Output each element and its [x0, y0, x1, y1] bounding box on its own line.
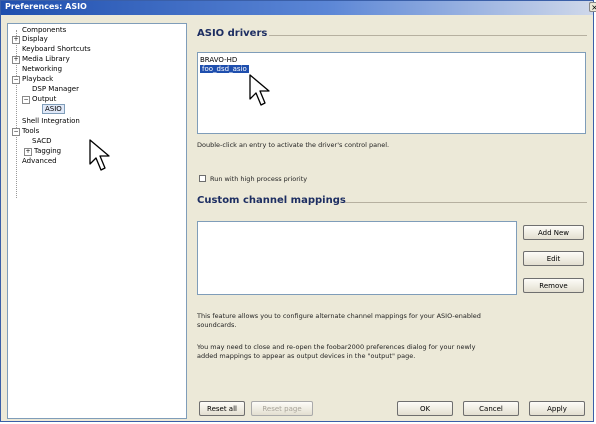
- section-divider: [269, 35, 587, 36]
- tree-item-shell-integration[interactable]: Shell Integration: [22, 117, 80, 125]
- tree-item-tagging[interactable]: + Tagging: [24, 147, 61, 156]
- tree-item-sacd[interactable]: SACD: [32, 137, 52, 145]
- channel-mappings-list[interactable]: [197, 221, 517, 295]
- window-title: Preferences: ASIO: [5, 2, 87, 11]
- asio-drivers-heading: ASIO drivers: [197, 28, 268, 39]
- tree-item-media-library[interactable]: + Media Library: [12, 55, 70, 64]
- mappings-note-1-line1: This feature allows you to configure alt…: [197, 312, 481, 320]
- collapse-icon[interactable]: −: [12, 128, 20, 136]
- high-priority-checkbox[interactable]: [199, 175, 206, 182]
- add-new-button[interactable]: Add New: [523, 225, 584, 240]
- expand-icon[interactable]: +: [12, 56, 20, 64]
- tree-item-output[interactable]: − Output: [22, 95, 56, 104]
- apply-button[interactable]: Apply: [529, 401, 585, 416]
- ok-button[interactable]: OK: [397, 401, 453, 416]
- mappings-note-2-line2: added mappings to appear as output devic…: [197, 352, 416, 360]
- collapse-icon[interactable]: −: [22, 96, 30, 104]
- driver-item[interactable]: BRAVO-HD: [200, 56, 237, 64]
- preferences-window: Preferences: ASIO ? × Components +Displa…: [0, 0, 596, 423]
- mappings-note-2-line1: You may need to close and re-open the fo…: [197, 343, 476, 351]
- tree-item-components[interactable]: Components: [22, 26, 66, 34]
- remove-button[interactable]: Remove: [523, 278, 584, 293]
- collapse-icon[interactable]: −: [12, 76, 20, 84]
- asio-settings-pane: ASIO drivers BRAVO-HD foo_dsd_asio Doubl…: [197, 23, 591, 423]
- preferences-tree[interactable]: Components + Display Keyboard Shortcuts +…: [7, 23, 187, 419]
- driver-hint-text: Double-click an entry to activate the dr…: [197, 141, 390, 149]
- tree-item-advanced[interactable]: Advanced: [22, 157, 57, 165]
- section-divider: [345, 202, 587, 203]
- cancel-button[interactable]: Cancel: [463, 401, 519, 416]
- mouse-cursor-icon: [89, 139, 110, 171]
- driver-item-selected[interactable]: foo_dsd_asio: [200, 65, 249, 73]
- channel-mappings-heading: Custom channel mappings: [197, 195, 346, 206]
- tree-item-display[interactable]: + Display: [12, 35, 48, 44]
- tree-item-networking[interactable]: Networking: [22, 65, 62, 73]
- tree-item-keyboard-shortcuts[interactable]: Keyboard Shortcuts: [22, 45, 91, 53]
- mappings-note-1-line2: soundcards.: [197, 321, 237, 329]
- expand-icon[interactable]: +: [24, 148, 32, 156]
- high-priority-label: Run with high process priority: [210, 175, 308, 183]
- tree-item-dsp-manager[interactable]: DSP Manager: [32, 85, 79, 93]
- expand-icon[interactable]: +: [12, 36, 20, 44]
- reset-all-button[interactable]: Reset all: [199, 401, 245, 416]
- mouse-cursor-icon: [249, 74, 270, 106]
- reset-page-button[interactable]: Reset page: [251, 401, 313, 416]
- tree-item-asio[interactable]: ASIO: [42, 104, 65, 114]
- close-button[interactable]: ×: [589, 2, 596, 12]
- tree-item-playback[interactable]: − Playback: [12, 75, 53, 84]
- edit-button[interactable]: Edit: [523, 251, 584, 266]
- title-bar: Preferences: ASIO ? ×: [1, 1, 596, 15]
- asio-drivers-list[interactable]: BRAVO-HD foo_dsd_asio: [197, 52, 586, 134]
- tree-item-tools[interactable]: − Tools: [12, 127, 39, 136]
